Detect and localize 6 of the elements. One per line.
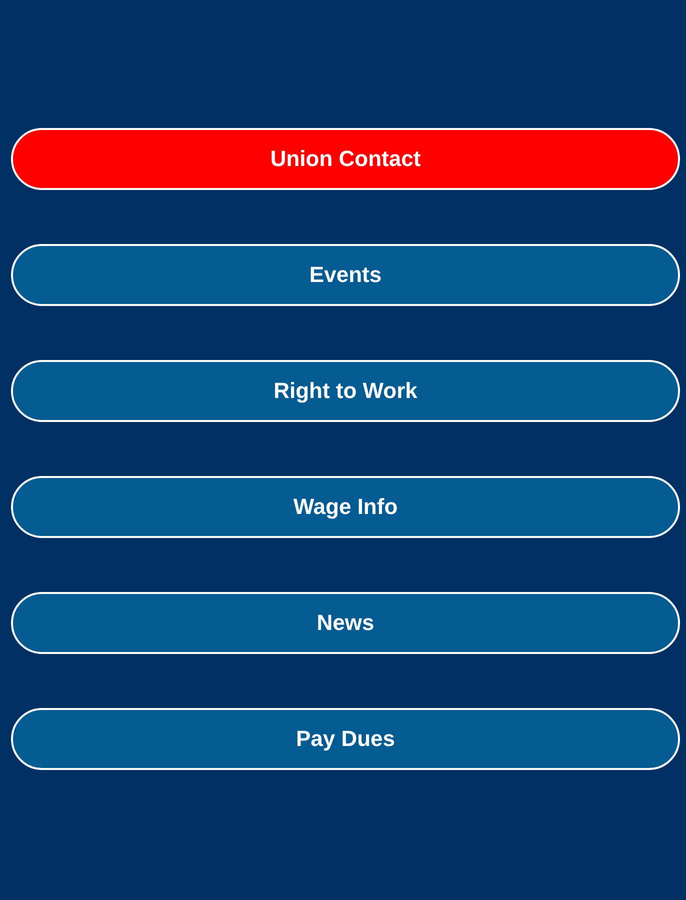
menu-button[interactable]: Right to Work xyxy=(11,360,680,422)
menu-button[interactable]: Union Contact xyxy=(11,128,680,190)
menu-button[interactable]: Events xyxy=(11,244,680,306)
menu-button[interactable]: Wage Info xyxy=(11,476,680,538)
menu-button[interactable]: Pay Dues xyxy=(11,708,680,770)
menu-button[interactable]: News xyxy=(11,592,680,654)
